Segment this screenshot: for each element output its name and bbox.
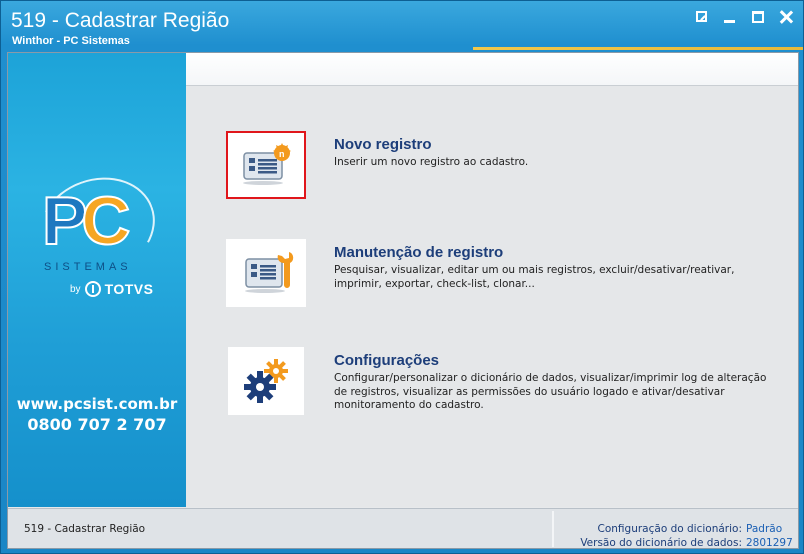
svg-text:n: n <box>279 149 285 159</box>
new-record-icon[interactable]: n <box>226 131 306 199</box>
client-area: PC SISTEMAS by TOTVS www.pcsist.com.br 0… <box>7 52 799 549</box>
action-settings[interactable]: Configurações Configurar/personalizar o … <box>226 347 786 417</box>
action-new-record[interactable]: n Novo registro Inserir um novo registro… <box>226 131 786 201</box>
minimize-icon <box>724 20 735 23</box>
window-title: 519 - Cadastrar Região <box>11 9 230 32</box>
minimize-button[interactable] <box>723 10 737 24</box>
status-separator <box>552 511 554 547</box>
action-title[interactable]: Novo registro <box>334 136 432 153</box>
status-dictionary-info: Configuração do dicionário: Padrão Versão… <box>580 522 793 550</box>
dictionary-config-value: Padrão <box>746 523 783 535</box>
app-window: 519 - Cadastrar Região Winthor - PC Sist… <box>0 0 804 554</box>
totvs-icon <box>84 281 101 297</box>
status-bar: 519 - Cadastrar Região Configuração do d… <box>8 508 798 550</box>
main-panel: n Novo registro Inserir um novo registro… <box>186 53 798 507</box>
action-title[interactable]: Manutenção de registro <box>334 244 503 261</box>
action-maintenance[interactable]: Manutenção de registro Pesquisar, visual… <box>226 239 786 309</box>
dictionary-config-label: Configuração do dicionário: <box>597 523 742 535</box>
dictionary-version-label: Versão do dicionário de dados: <box>580 537 742 549</box>
window-controls <box>695 10 793 24</box>
action-description: Pesquisar, visualizar, editar um ou mais… <box>334 264 735 290</box>
sidebar-banner: PC SISTEMAS by TOTVS www.pcsist.com.br 0… <box>8 53 186 507</box>
restore-layout-button[interactable] <box>695 10 709 24</box>
restore-icon <box>696 11 707 22</box>
logo-sistemas-text: SISTEMAS <box>44 261 132 273</box>
logo-by-totvs: by TOTVS <box>70 281 153 297</box>
close-button[interactable] <box>779 10 793 24</box>
action-description: Inserir um novo registro ao cadastro. <box>334 156 529 168</box>
pc-sistemas-logo: PC SISTEMAS by TOTVS <box>25 161 169 305</box>
maintenance-icon[interactable] <box>226 239 306 307</box>
title-accent-line <box>473 47 803 50</box>
sidebar-url: www.pcsist.com.br <box>16 395 178 413</box>
logo-by-text: by <box>70 283 81 295</box>
dictionary-config-row: Configuração do dicionário: Padrão <box>580 522 786 536</box>
maximize-icon <box>752 11 764 23</box>
close-icon <box>779 10 793 24</box>
settings-gears-icon[interactable] <box>228 347 304 415</box>
dictionary-version-value: 2801297 <box>746 537 793 549</box>
title-bar[interactable]: 519 - Cadastrar Região Winthor - PC Sist… <box>1 1 803 50</box>
maximize-button[interactable] <box>751 10 765 24</box>
logo-pc-text: PC <box>41 182 131 260</box>
action-title[interactable]: Configurações <box>334 352 439 369</box>
action-description: Configurar/personalizar o dicionário de … <box>334 372 767 411</box>
logo-totvs-text: TOTVS <box>104 281 154 297</box>
dictionary-version-row: Versão do dicionário de dados: 2801297 <box>580 536 793 550</box>
main-header-strip <box>186 53 798 86</box>
window-subtitle: Winthor - PC Sistemas <box>12 35 130 47</box>
status-screen-name: 519 - Cadastrar Região <box>24 523 146 535</box>
sidebar-phone: 0800 707 2 707 <box>27 415 167 434</box>
